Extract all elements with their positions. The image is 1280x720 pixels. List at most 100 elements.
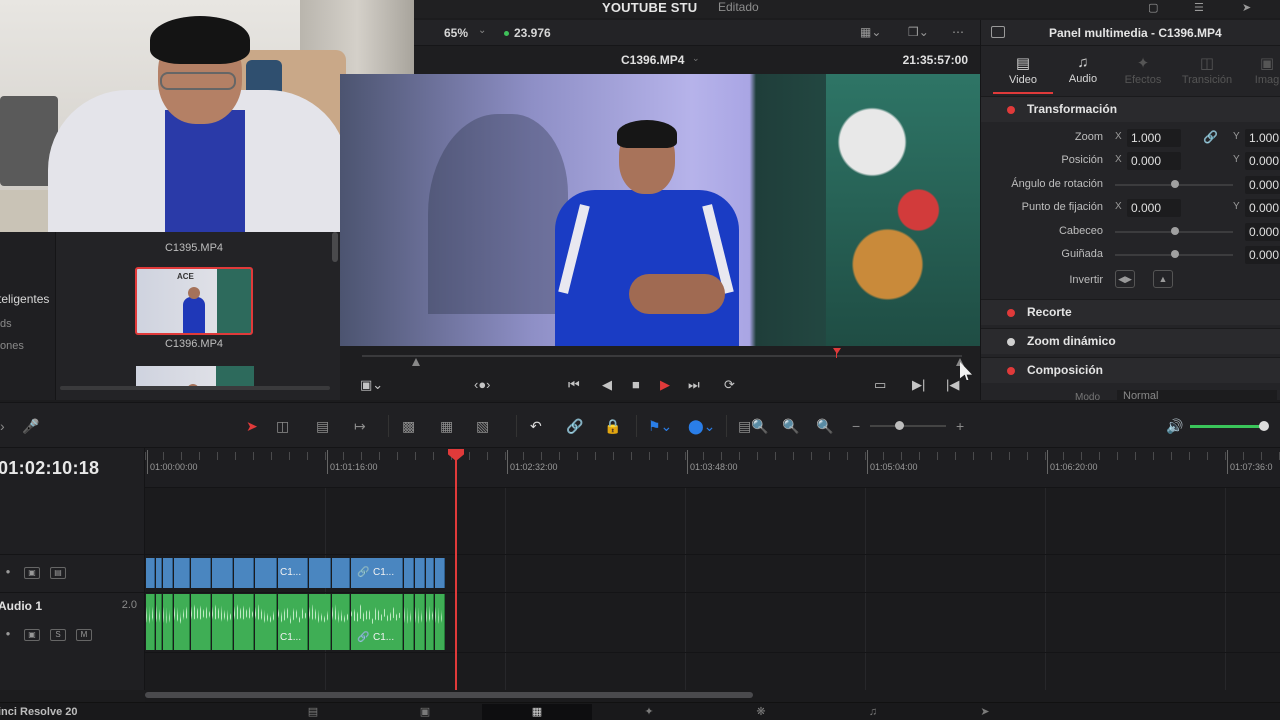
chevron-down-icon[interactable]: ⌄ xyxy=(692,53,700,64)
video-clip[interactable] xyxy=(426,558,434,588)
audio-clip[interactable] xyxy=(163,594,173,650)
fairlight-page-icon[interactable]: ♫ xyxy=(818,704,928,720)
viewer-clip-name[interactable]: C1396.MP4 xyxy=(621,53,684,67)
slider-knob[interactable] xyxy=(1259,421,1269,431)
slider-knob[interactable] xyxy=(1171,180,1179,188)
edit-page-icon[interactable]: ▦ xyxy=(482,704,592,720)
video-clip[interactable] xyxy=(174,558,190,588)
zoom-full-icon[interactable]: ▤🔍 xyxy=(738,417,769,435)
video-clip[interactable] xyxy=(212,558,233,588)
viewer-zoom[interactable]: 65% xyxy=(444,26,468,40)
more-options-icon[interactable]: ⋯ xyxy=(952,25,964,39)
section-crop[interactable]: Recorte xyxy=(981,299,1280,325)
video-clip[interactable] xyxy=(234,558,254,588)
anchor-x-field[interactable]: 0.000 xyxy=(1127,199,1181,217)
timeline-ruler[interactable]: 01:00:00:00 01:01:16:00 01:02:32:00 01:0… xyxy=(145,448,1280,488)
yaw-field[interactable]: 0.000 xyxy=(1245,246,1280,264)
auto-select-icon[interactable]: ▤ xyxy=(50,567,66,579)
cut-page-icon[interactable]: ▣ xyxy=(370,704,480,720)
loop-icon[interactable]: ⟳ xyxy=(724,376,735,394)
scrub-track[interactable] xyxy=(362,355,962,357)
anchor-y-field[interactable]: 0.000 xyxy=(1245,199,1280,217)
insert-clip-icon[interactable]: ▩ xyxy=(402,417,415,435)
zoom-detail-icon[interactable]: 🔍 xyxy=(782,417,799,435)
track-name[interactable]: Audio 1 xyxy=(0,599,42,613)
audio-clip[interactable] xyxy=(435,594,445,650)
audio-clip[interactable] xyxy=(332,594,350,650)
link-icon[interactable]: 🔗 xyxy=(566,417,583,435)
viewer-scrubber[interactable] xyxy=(340,346,980,370)
selection-tool-icon[interactable]: ➤ xyxy=(246,417,258,435)
color-page-icon[interactable]: ❋ xyxy=(706,704,816,720)
go-to-end-icon[interactable]: ⏭ xyxy=(688,376,700,394)
in-point-marker[interactable] xyxy=(412,358,420,366)
media-page-icon[interactable]: ▤ xyxy=(258,704,368,720)
section-composite[interactable]: Composición xyxy=(981,357,1280,383)
audio-clip[interactable]: 🔗 C1... xyxy=(351,594,403,650)
tab-effects[interactable]: ✦ Efectos xyxy=(1113,46,1173,94)
lock-icon[interactable]: ● xyxy=(0,629,16,641)
export-icon[interactable]: ▢ xyxy=(1148,1,1164,15)
volume-slider[interactable] xyxy=(1190,425,1264,428)
video-clip[interactable] xyxy=(404,558,414,588)
mark-in-icon[interactable]: ▶| xyxy=(912,376,925,394)
clip-thumbnail-selected[interactable]: ACE xyxy=(135,267,253,335)
tab-audio[interactable]: ♫ Audio xyxy=(1053,46,1113,94)
audio-clip[interactable] xyxy=(156,594,162,650)
scroll-thumb[interactable] xyxy=(145,692,753,698)
rocket-icon[interactable]: ➤ xyxy=(1242,1,1258,15)
timeline-area[interactable]: 01:00:00:00 01:01:16:00 01:02:32:00 01:0… xyxy=(145,448,1280,690)
toggle-dot[interactable] xyxy=(1007,338,1015,346)
zoom-y-field[interactable]: 1.000 xyxy=(1245,129,1280,147)
lock-icon[interactable]: 🔒 xyxy=(604,417,621,435)
mute-button[interactable]: M xyxy=(76,629,92,641)
tab-transition[interactable]: ◫ Transición xyxy=(1177,46,1237,94)
microphone-icon[interactable]: 🎤 xyxy=(22,417,39,435)
video-clip[interactable]: C1... xyxy=(278,558,308,588)
zoom-out-icon[interactable]: − xyxy=(852,417,860,435)
video-clip[interactable] xyxy=(332,558,350,588)
position-y-field[interactable]: 0.000 xyxy=(1245,152,1280,170)
audio-clip[interactable] xyxy=(255,594,277,650)
enable-audio-icon[interactable]: ▣ xyxy=(24,629,40,641)
timeline-zoom-slider[interactable] xyxy=(870,425,946,427)
audio-clip[interactable]: C1... xyxy=(278,594,308,650)
scrub-playhead[interactable] xyxy=(833,348,841,354)
rotation-field[interactable]: 0.000 xyxy=(1245,176,1280,194)
go-to-start-icon[interactable]: ⏮ xyxy=(568,376,580,394)
trim-tool-icon[interactable]: ◫ xyxy=(276,417,289,435)
smart-bins-label[interactable]: teligentes xyxy=(0,292,49,306)
panel-icon[interactable] xyxy=(991,26,1005,38)
zoom-custom-icon[interactable]: 🔍 xyxy=(816,417,833,435)
video-clip[interactable] xyxy=(163,558,173,588)
audio-clip[interactable] xyxy=(404,594,414,650)
audio-clip[interactable] xyxy=(212,594,233,650)
sidebar-item[interactable]: ones xyxy=(0,340,24,352)
play-icon[interactable]: ▶ xyxy=(660,376,670,394)
video-clip[interactable] xyxy=(415,558,425,588)
fit-icon[interactable]: ❒⌄ xyxy=(908,25,929,39)
overwrite-clip-icon[interactable]: ▦ xyxy=(440,417,453,435)
video-clip[interactable] xyxy=(255,558,277,588)
toggle-dot[interactable] xyxy=(1007,106,1015,114)
audio-clip[interactable] xyxy=(309,594,331,650)
slider-knob[interactable] xyxy=(1171,250,1179,258)
audio-clip[interactable] xyxy=(174,594,190,650)
marker-icon[interactable]: ⬤⌄ xyxy=(688,417,715,435)
arrow-icon[interactable]: › xyxy=(0,417,5,435)
deliver-page-icon[interactable]: ➤ xyxy=(930,704,1040,720)
media-pool-scrollbar[interactable] xyxy=(332,232,338,262)
zoom-in-icon[interactable]: + xyxy=(956,417,964,435)
audio-clip[interactable] xyxy=(234,594,254,650)
toggle-dot[interactable] xyxy=(1007,309,1015,317)
audio-clip[interactable] xyxy=(426,594,434,650)
video-clip[interactable] xyxy=(309,558,331,588)
chevron-down-icon[interactable]: ⌄ xyxy=(478,25,486,36)
flip-vertical-icon[interactable]: ▲ xyxy=(1153,270,1173,288)
media-pool-hscrollbar[interactable] xyxy=(60,386,330,390)
settings-sliders-icon[interactable]: ☰ xyxy=(1194,1,1210,15)
tab-video[interactable]: ▤ Video xyxy=(993,46,1053,94)
video-clip[interactable] xyxy=(146,558,155,588)
timeline-hscrollbar[interactable] xyxy=(145,690,1280,702)
solo-button[interactable]: S xyxy=(50,629,66,641)
